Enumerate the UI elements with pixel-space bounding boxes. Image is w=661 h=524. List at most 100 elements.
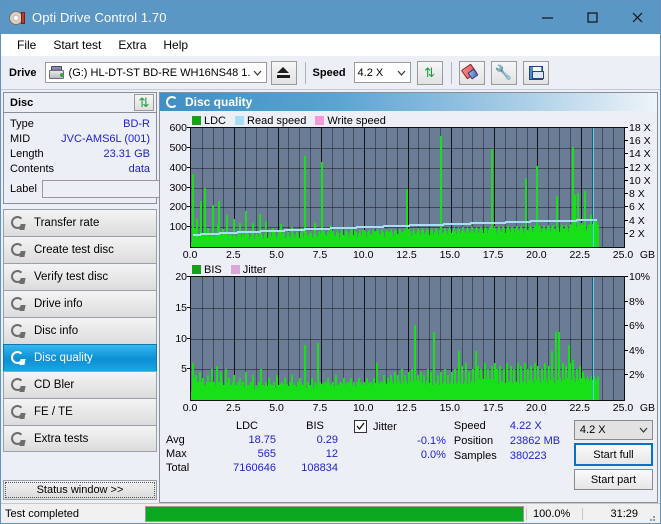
error-stats: LDC BIS Avg 18.75 0.29 Max 565 12 Total … [166,420,346,490]
legend-swatch [315,116,325,125]
speed-select[interactable]: 4.2 X [353,62,411,83]
fe-te-icon [10,404,26,420]
resize-grip[interactable] [644,507,658,521]
action-buttons: 4.2 X Start full Start part [573,420,653,490]
disc-row-type: Type BD-R [10,116,150,131]
progress-fill [146,506,523,521]
stats-max-bis: 12 [325,448,338,460]
jitter-header: Jitter [354,420,452,433]
speed-position-column: Speed 4.22 X Position 23862 MB Samples 3… [454,420,574,490]
disc-row-length: Length 23.31 GB [10,146,150,161]
stats-header-bis: BIS [306,420,324,432]
erase-button[interactable] [458,60,485,85]
sidebar-item-drive-info[interactable]: Drive info [3,290,157,317]
disc-length-value: 23.31 GB [103,147,150,160]
legend-swatch [192,116,201,125]
stats-header-ldc: LDC [235,420,258,432]
legend-label: Read speed [247,114,307,127]
speed-key: Speed [453,420,486,432]
menu-help[interactable]: Help [155,36,197,54]
sidebar-item-cd-bler[interactable]: CD Bler [3,371,157,398]
sidebar-item-label: Verify test disc [34,271,109,283]
refresh-button[interactable]: ⇅ [416,60,443,85]
menu-file[interactable]: File [9,36,45,54]
create-test-disc-icon [10,242,26,258]
test-speed-value: 4.2 X [579,424,606,436]
toolbar-divider-2 [450,61,452,84]
disc-info-rows: Type BD-R MID JVC-AMS6L (001) Length 23.… [4,113,244,203]
menu-extra[interactable]: Extra [110,36,155,54]
disc-info-icon [10,323,26,339]
disc-label-label: Label [10,183,37,195]
chart-ldc-yaxis: 100 200 300 400 500 600 [162,122,190,248]
sidebar-item-verify-test-disc[interactable]: Verify test disc [3,263,157,290]
sidebar-item-label: Drive info [34,298,83,310]
status-window-button[interactable]: Status window >> [3,480,157,500]
chevron-down-icon [639,424,648,436]
menu-start-test[interactable]: Start test [45,36,110,54]
jitter-avg-value: -0.1% [417,435,446,447]
disc-panel-header: Disc ⇅ [4,93,156,113]
stats-row-avg-label: Avg [166,434,185,446]
drive-icon [48,65,65,80]
chart-ldc: 100 200 300 400 500 600 2 X4 X6 X8 X 10 X 12 X1… [162,122,655,248]
drive-select-value: (G:) HL-DT-ST BD-RE WH16NS48 1.D3 [68,66,250,79]
drive-select[interactable]: (G:) HL-DT-ST BD-RE WH16NS48 1.D3 [44,62,267,83]
chart-bis-plot[interactable] [190,276,625,401]
stats-max-ldc: 565 [257,448,276,460]
legend-label: Jitter [242,263,267,276]
speed-value: 4.22 X [509,420,542,432]
toolbar: Drive (G:) HL-DT-ST BD-RE WH16NS48 1.D3 … [1,56,660,90]
settings-button[interactable]: 🔧 [490,60,517,85]
sidebar-item-transfer-rate[interactable]: Transfer rate [3,209,157,236]
chevron-down-icon [393,63,410,82]
maximize-icon[interactable] [570,1,615,34]
speed-select-value: 4.2 X [357,66,384,79]
stats-area: LDC BIS Avg 18.75 0.29 Max 565 12 Total … [160,416,657,494]
position-key: Position [453,435,494,447]
stats-avg-ldc: 18.75 [248,434,276,446]
disc-contents-value: data [128,162,150,175]
minimize-icon[interactable] [525,1,570,34]
chart-ldc-plot[interactable] [190,127,625,248]
drive-label: Drive [9,66,37,79]
error-stats-grid: LDC BIS Avg 18.75 0.29 Max 565 12 Total … [166,420,346,474]
content-header: Disc quality [160,93,657,111]
eject-button[interactable] [270,60,297,85]
sidebar-item-extra-tests[interactable]: Extra tests [3,425,157,452]
sidebar-item-create-test-disc[interactable]: Create test disc [3,236,157,263]
progress-bar [145,505,524,522]
chart2-legend: BIS Jitter [162,263,655,276]
chart-ldc-xaxis: 0.0 2.5 5.0 7.5 10.0 12.5 15.0 17.5 20.0 22.5 25.0… [182,249,655,261]
cd-bler-icon [10,377,26,393]
app-window: Opti Drive Control 1.70 File Start test … [0,0,661,524]
legend-label: LDC [204,114,227,127]
sidebar-item-disc-quality[interactable]: Disc quality [3,344,157,371]
sidebar-item-label: Disc info [34,325,79,337]
chart-bis-xaxis: 0.0 2.5 5.0 7.5 10.0 12.5 15.0 17.5 20.0 22.5 25.0… [182,402,655,414]
save-button[interactable] [522,60,549,85]
window-title: Opti Drive Control 1.70 [32,10,167,25]
elapsed-time: 31:29 [582,507,644,520]
jitter-max-value: 0.0% [420,449,446,461]
disc-mid-label: MID [10,132,31,145]
start-full-button[interactable]: Start full [573,443,653,466]
content-column: Disc quality LDC Read speed Write speed … [159,90,660,503]
test-speed-select[interactable]: 4.2 X [573,420,653,440]
samples-key: Samples [453,450,497,462]
close-icon[interactable] [615,1,660,34]
disc-contents-label: Contents [10,162,55,175]
jitter-checkbox[interactable] [354,420,367,433]
jitter-column: Jitter -0.1% 0.0% [354,420,452,490]
status-bar: Test completed 100.0% 31:29 [1,503,660,523]
app-disc-icon [9,10,25,26]
start-part-button[interactable]: Start part [573,469,653,490]
chevron-down-icon [250,63,266,82]
status-text: Test completed [5,507,79,520]
samples-value: 380223 [509,450,547,462]
sidebar-item-disc-info[interactable]: Disc info [3,317,157,344]
sidebar-item-fe-te[interactable]: FE / TE [3,398,157,425]
main-area: Disc ⇅ Type BD-R MID JVC-AMS6L (001) Len… [1,90,660,503]
disc-refresh-button[interactable]: ⇅ [134,94,154,111]
